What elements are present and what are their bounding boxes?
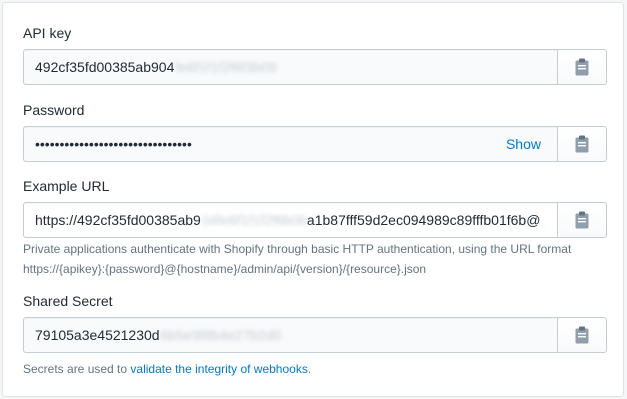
example-url-value-prefix: https://492cf35fd00385ab9 xyxy=(35,212,201,228)
api-key-label: API key xyxy=(23,25,72,41)
shared-secret-label: Shared Secret xyxy=(23,293,113,309)
clipboard-icon xyxy=(575,58,589,76)
api-key-value: 492cf35fd00385ab904 xyxy=(35,59,175,75)
api-key-field: API key 492cf35fd00385ab904 fe6f1f1f2f6f3… xyxy=(23,23,607,85)
copy-password-button[interactable] xyxy=(557,126,607,162)
password-input[interactable]: •••••••••••••••••••••••••••••••• Show xyxy=(23,126,557,162)
api-key-input[interactable]: 492cf35fd00385ab904 fe6f1f1f2f6f3b09 xyxy=(23,49,557,85)
example-url-field: Example URL https://492cf35fd00385ab9 04f… xyxy=(23,176,607,276)
shared-secret-help-prefix: Secrets are used to xyxy=(23,362,131,376)
copy-example-url-button[interactable] xyxy=(557,202,607,238)
example-url-redacted-value: 04fe6f1f1f2f6b0b xyxy=(201,212,307,228)
password-row: •••••••••••••••••••••••••••••••• Show xyxy=(23,126,607,162)
clipboard-icon xyxy=(575,211,589,229)
shared-secret-input[interactable]: 79105a3e4521230d 6b5e9f8b4e27b2d0 xyxy=(23,317,557,353)
copy-shared-secret-button[interactable] xyxy=(557,317,607,353)
shared-secret-help-suffix: . xyxy=(307,362,312,376)
clipboard-icon xyxy=(575,326,589,344)
example-url-row: https://492cf35fd00385ab9 04fe6f1f1f2f6b0… xyxy=(23,202,607,238)
shared-secret-field: Shared Secret 79105a3e4521230d 6b5e9f8b4e… xyxy=(23,291,607,376)
show-password-link[interactable]: Show xyxy=(506,136,541,152)
example-url-help-line-1: Private applications authenticate with S… xyxy=(23,242,572,256)
password-field: Password •••••••••••••••••••••••••••••••… xyxy=(23,100,607,162)
validate-webhooks-link[interactable]: validate the integrity of webhooks xyxy=(130,362,307,376)
api-key-row: 492cf35fd00385ab904 fe6f1f1f2f6f3b09 xyxy=(23,49,607,85)
copy-api-key-button[interactable] xyxy=(557,49,607,85)
api-key-redacted-value: fe6f1f1f2f6f3b09 xyxy=(175,59,277,75)
example-url-help-line-2: https://{apikey}:{password}@{hostname}/a… xyxy=(23,262,427,276)
clipboard-icon xyxy=(575,135,589,153)
shared-secret-value: 79105a3e4521230d xyxy=(35,327,160,343)
shared-secret-row: 79105a3e4521230d 6b5e9f8b4e27b2d0 xyxy=(23,317,607,353)
password-masked-value: •••••••••••••••••••••••••••••••• xyxy=(35,136,192,152)
shared-secret-help: Secrets are used to validate the integri… xyxy=(23,359,311,379)
shared-secret-redacted-value: 6b5e9f8b4e27b2d0 xyxy=(160,327,282,343)
password-label: Password xyxy=(23,102,85,118)
example-url-value-suffix: a1b87fff59d2ec094989c89fffb01f6b@ xyxy=(306,212,541,228)
example-url-label: Example URL xyxy=(23,178,110,194)
api-credentials-card: API key 492cf35fd00385ab904 fe6f1f1f2f6f3… xyxy=(2,2,624,397)
example-url-input[interactable]: https://492cf35fd00385ab9 04fe6f1f1f2f6b0… xyxy=(23,202,557,238)
